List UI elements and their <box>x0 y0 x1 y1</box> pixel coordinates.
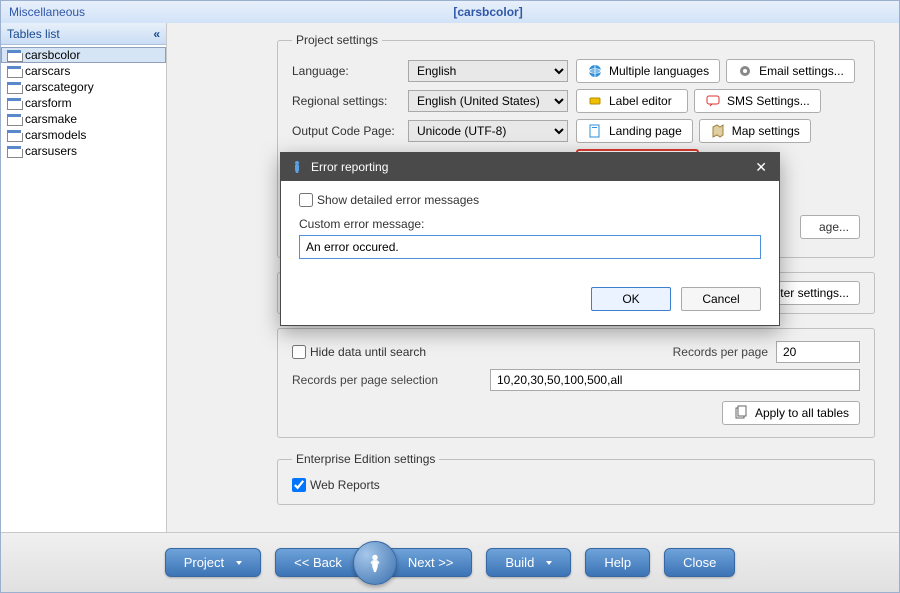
map-icon <box>710 123 726 139</box>
copy-icon <box>733 405 749 421</box>
rpp-selection-input[interactable] <box>490 369 860 391</box>
dialog-body: Show detailed error messages Custom erro… <box>281 181 779 325</box>
sidebar-list: carsbcolor carscars carscategory carsform ca… <box>1 45 166 532</box>
project-legend: Project settings <box>292 33 382 47</box>
landing-page-button[interactable]: Landing page <box>576 119 693 143</box>
title-center: [carsbcolor] <box>85 5 891 19</box>
build-button[interactable]: Build <box>486 548 571 577</box>
sidebar-item-carsbcolor[interactable]: carsbcolor <box>1 47 166 63</box>
multiple-languages-button[interactable]: Multiple languages <box>576 59 720 83</box>
globe-icon <box>587 63 603 79</box>
web-reports-label: Web Reports <box>310 478 380 492</box>
label-editor-button[interactable]: Label editor <box>576 89 688 113</box>
hide-data-label: Hide data until search <box>310 345 426 359</box>
title-left: Miscellaneous <box>9 5 85 19</box>
close-button[interactable]: Close <box>664 548 735 577</box>
regional-select[interactable]: English (United States) <box>408 90 568 112</box>
sidebar-item-carscategory[interactable]: carscategory <box>1 79 166 95</box>
dialog-titlebar: Error reporting ✕ <box>281 153 779 181</box>
partial-button-visible[interactable]: age... <box>800 215 860 239</box>
sidebar-item-carsform[interactable]: carsform <box>1 95 166 111</box>
table-icon <box>7 50 21 61</box>
email-settings-button[interactable]: Email settings... <box>726 59 855 83</box>
regional-label: Regional settings: <box>292 94 400 108</box>
cancel-button[interactable]: Cancel <box>681 287 761 311</box>
codepage-select[interactable]: Unicode (UTF-8) <box>408 120 568 142</box>
titlebar: Miscellaneous [carsbcolor] <box>1 1 899 23</box>
gear-icon <box>737 63 753 79</box>
table-icon <box>7 130 21 141</box>
collapse-icon[interactable]: « <box>153 27 160 41</box>
web-reports-checkbox[interactable] <box>292 478 306 492</box>
table-icon <box>7 66 21 77</box>
enterprise-legend: Enterprise Edition settings <box>292 452 439 466</box>
sidebar: Tables list « carsbcolor carscars carscate… <box>1 23 167 532</box>
table-icon <box>7 82 21 93</box>
rpp-selection-label: Records per page selection <box>292 373 482 387</box>
custom-error-label: Custom error message: <box>299 217 761 231</box>
sidebar-item-label: carscategory <box>25 80 94 94</box>
hide-data-checkbox[interactable] <box>292 345 306 359</box>
table-icon <box>7 146 21 157</box>
sidebar-item-carsmake[interactable]: carsmake <box>1 111 166 127</box>
custom-error-input[interactable] <box>299 235 761 259</box>
sidebar-title: Tables list <box>7 27 60 41</box>
sidebar-item-label: carsusers <box>25 144 77 158</box>
ok-button[interactable]: OK <box>591 287 671 311</box>
records-group: Hide data until search Records per page … <box>277 328 875 438</box>
show-detailed-checkbox[interactable] <box>299 193 313 207</box>
enterprise-group: Enterprise Edition settings Web Reports <box>277 452 875 505</box>
error-reporting-dialog: Error reporting ✕ Show detailed error me… <box>280 152 780 326</box>
table-icon <box>7 114 21 125</box>
sidebar-item-label: carsmake <box>25 112 77 126</box>
sms-settings-button[interactable]: SMS Settings... <box>694 89 821 113</box>
sidebar-item-label: carsmodels <box>25 128 86 142</box>
table-icon <box>7 98 21 109</box>
run-icon[interactable] <box>353 541 397 585</box>
rpp-label: Records per page <box>673 345 768 359</box>
sidebar-item-carsmodels[interactable]: carsmodels <box>1 127 166 143</box>
run-small-icon <box>289 159 305 175</box>
language-select[interactable]: English <box>408 60 568 82</box>
codepage-label: Output Code Page: <box>292 124 400 138</box>
sidebar-header: Tables list « <box>1 23 166 45</box>
map-settings-button[interactable]: Map settings <box>699 119 811 143</box>
dialog-title: Error reporting <box>311 160 388 174</box>
page-icon <box>587 123 603 139</box>
language-label: Language: <box>292 64 400 78</box>
sidebar-item-carscars[interactable]: carscars <box>1 63 166 79</box>
close-icon[interactable]: ✕ <box>751 159 771 176</box>
project-button[interactable]: Project <box>165 548 261 577</box>
sidebar-item-label: carsform <box>25 96 72 110</box>
tag-icon <box>587 93 603 109</box>
sidebar-item-carsusers[interactable]: carsusers <box>1 143 166 159</box>
show-detailed-label: Show detailed error messages <box>317 193 479 207</box>
footer-bar: Project << Back Next >> Build Help Close <box>1 532 899 592</box>
chat-icon <box>705 93 721 109</box>
apply-all-button[interactable]: Apply to all tables <box>722 401 860 425</box>
sidebar-item-label: carsbcolor <box>25 48 80 62</box>
rpp-input[interactable] <box>776 341 860 363</box>
help-button[interactable]: Help <box>585 548 650 577</box>
sidebar-item-label: carscars <box>25 64 70 78</box>
